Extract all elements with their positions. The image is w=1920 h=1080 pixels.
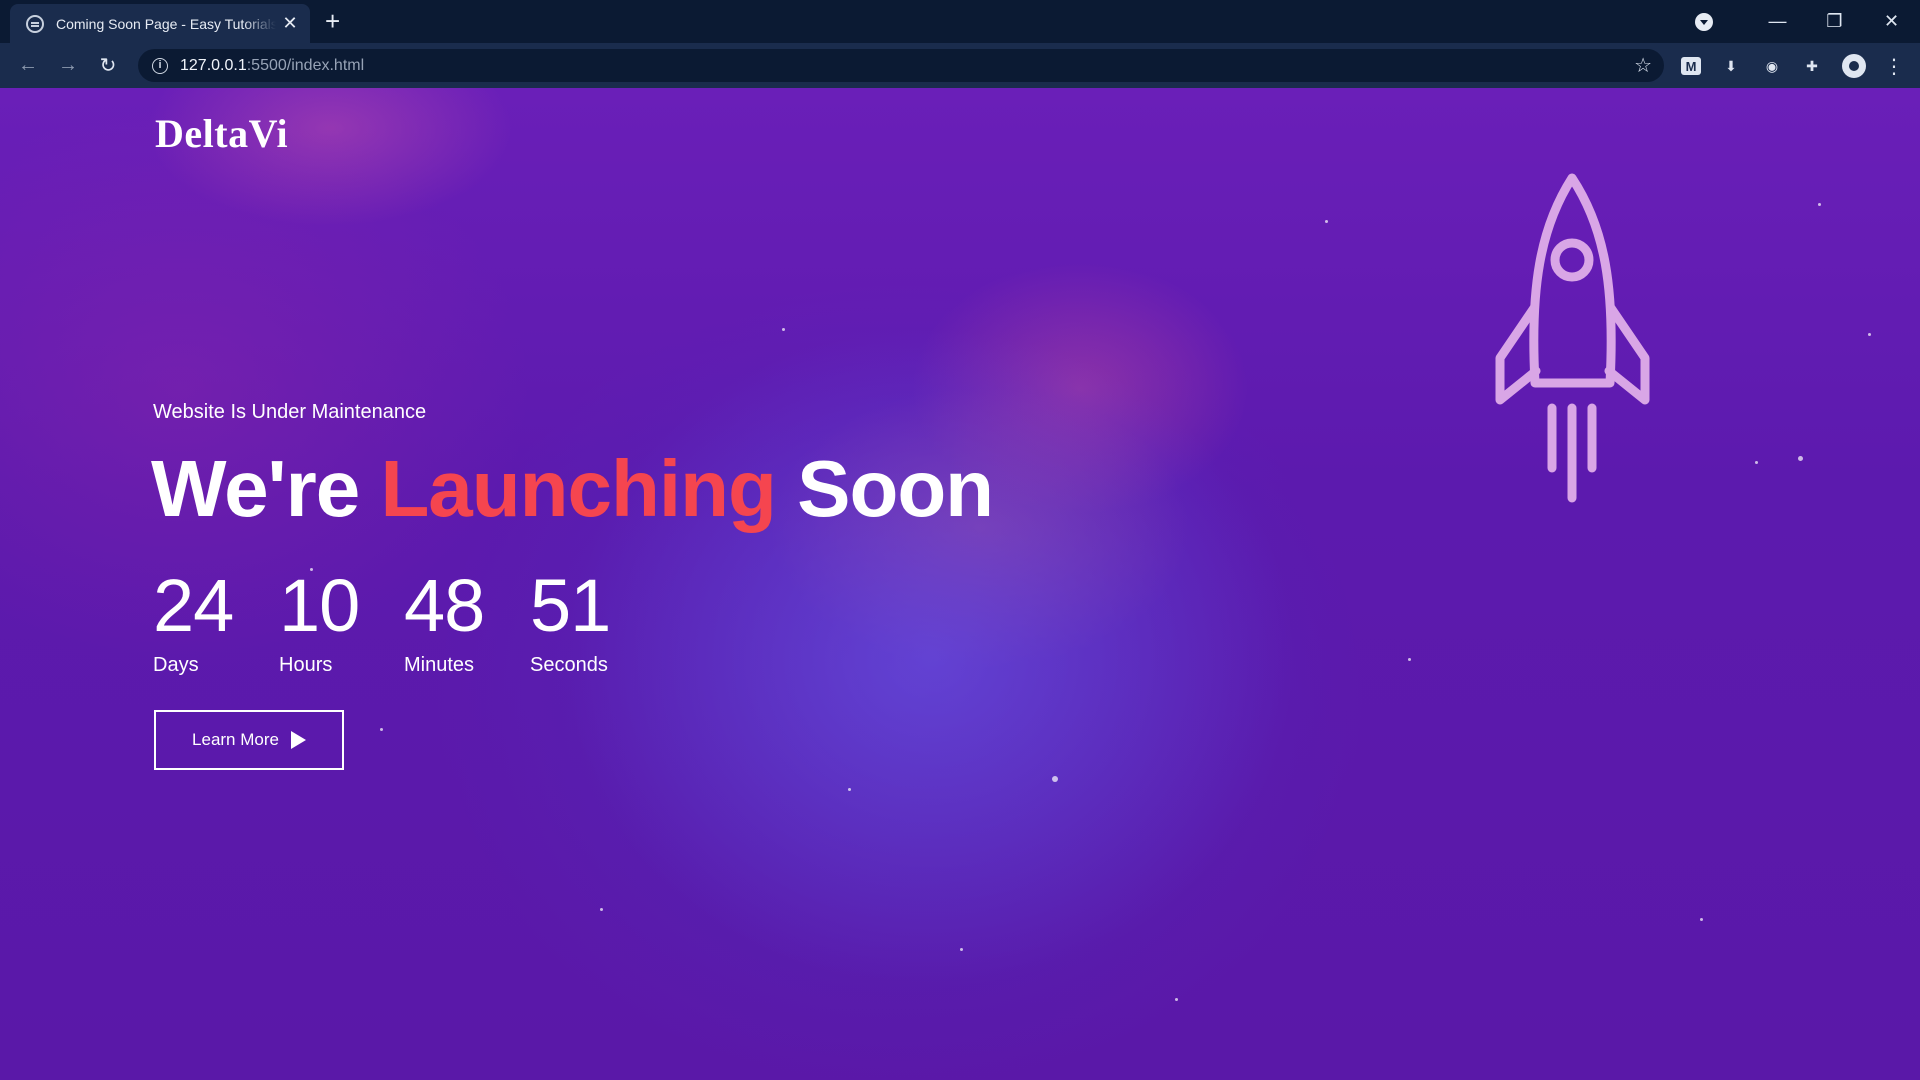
play-icon (290, 731, 306, 749)
countdown-hours-value: 10 (279, 564, 360, 647)
countdown-minutes-value: 48 (404, 564, 485, 647)
url-text[interactable]: 127.0.0.1:5500/index.html (180, 57, 364, 75)
countdown-days-value: 24 (153, 564, 234, 647)
star (960, 948, 963, 951)
minimize-button[interactable]: — (1749, 11, 1806, 32)
star (1175, 998, 1178, 1001)
learn-more-button[interactable]: Learn More (154, 710, 344, 770)
star-icon[interactable]: ☆ (1634, 53, 1652, 78)
countdown-days-label: Days (153, 654, 199, 676)
star (600, 908, 603, 911)
reload-icon[interactable]: ↻ (88, 53, 128, 78)
star (1700, 918, 1703, 921)
window-controls: — ❐ ✕ (1695, 0, 1920, 43)
tab-close-icon[interactable]: ✕ (280, 13, 300, 34)
learn-more-label: Learn More (192, 730, 279, 749)
forward-arrow-icon[interactable]: → (48, 54, 88, 77)
countdown-hours: 10 Hours (279, 566, 404, 677)
info-icon[interactable]: i (152, 57, 168, 74)
restore-button[interactable]: ❐ (1806, 11, 1863, 32)
countdown-hours-label: Hours (279, 654, 333, 676)
tab-title: Coming Soon Page - Easy Tutorials (56, 15, 276, 32)
countdown-timer: 24 Days 10 Hours 48 Minutes 51 Seconds (153, 566, 640, 677)
star (848, 788, 851, 791)
camera-icon[interactable]: ◉ (1760, 54, 1784, 78)
tab-search-icon[interactable] (1695, 12, 1713, 31)
star (1868, 333, 1871, 336)
browser-tab[interactable]: Coming Soon Page - Easy Tutorials ✕ (10, 4, 310, 43)
new-tab-button[interactable]: + (325, 7, 340, 35)
menu-icon[interactable]: ⋮ (1882, 54, 1906, 78)
star (1818, 203, 1821, 206)
headline-part2: Soon (775, 444, 994, 533)
star (1755, 461, 1758, 464)
page-title: We're Launching Soon (151, 443, 994, 535)
url-path: :5500/index.html (246, 56, 365, 74)
star (1798, 456, 1803, 461)
browser-tab-strip: Coming Soon Page - Easy Tutorials ✕ + — … (0, 0, 1920, 43)
address-bar[interactable]: i 127.0.0.1:5500/index.html ☆ (138, 49, 1664, 82)
countdown-days: 24 Days (153, 566, 279, 677)
browser-toolbar: ← → ↻ i 127.0.0.1:5500/index.html ☆ M ⬇ … (0, 43, 1920, 88)
logo[interactable]: DeltaVi (155, 110, 288, 157)
star (380, 728, 383, 731)
url-host: 127.0.0.1 (180, 56, 247, 74)
star (1408, 658, 1411, 661)
avatar-icon[interactable] (1842, 54, 1866, 78)
star (782, 328, 785, 331)
coming-soon-page: DeltaVi Website Is Under Maintenance We'… (0, 88, 1920, 1080)
puzzle-icon[interactable]: ✚ (1800, 54, 1824, 78)
countdown-minutes: 48 Minutes (404, 566, 530, 677)
rocket-icon (1495, 173, 1650, 503)
maintenance-subtitle: Website Is Under Maintenance (153, 401, 427, 423)
countdown-seconds-label: Seconds (530, 654, 608, 676)
headline-part1: We're (151, 444, 381, 533)
headline-accent: Launching (380, 444, 776, 533)
extension-icon[interactable]: M (1681, 57, 1701, 75)
back-arrow-icon[interactable]: ← (8, 54, 48, 77)
star (1325, 220, 1328, 223)
countdown-minutes-label: Minutes (404, 654, 475, 676)
globe-icon (26, 14, 44, 33)
download-icon[interactable]: ⬇ (1719, 54, 1743, 78)
star (1052, 776, 1058, 782)
close-window-button[interactable]: ✕ (1863, 11, 1920, 32)
countdown-seconds: 51 Seconds (530, 566, 640, 677)
countdown-seconds-value: 51 (530, 564, 611, 647)
